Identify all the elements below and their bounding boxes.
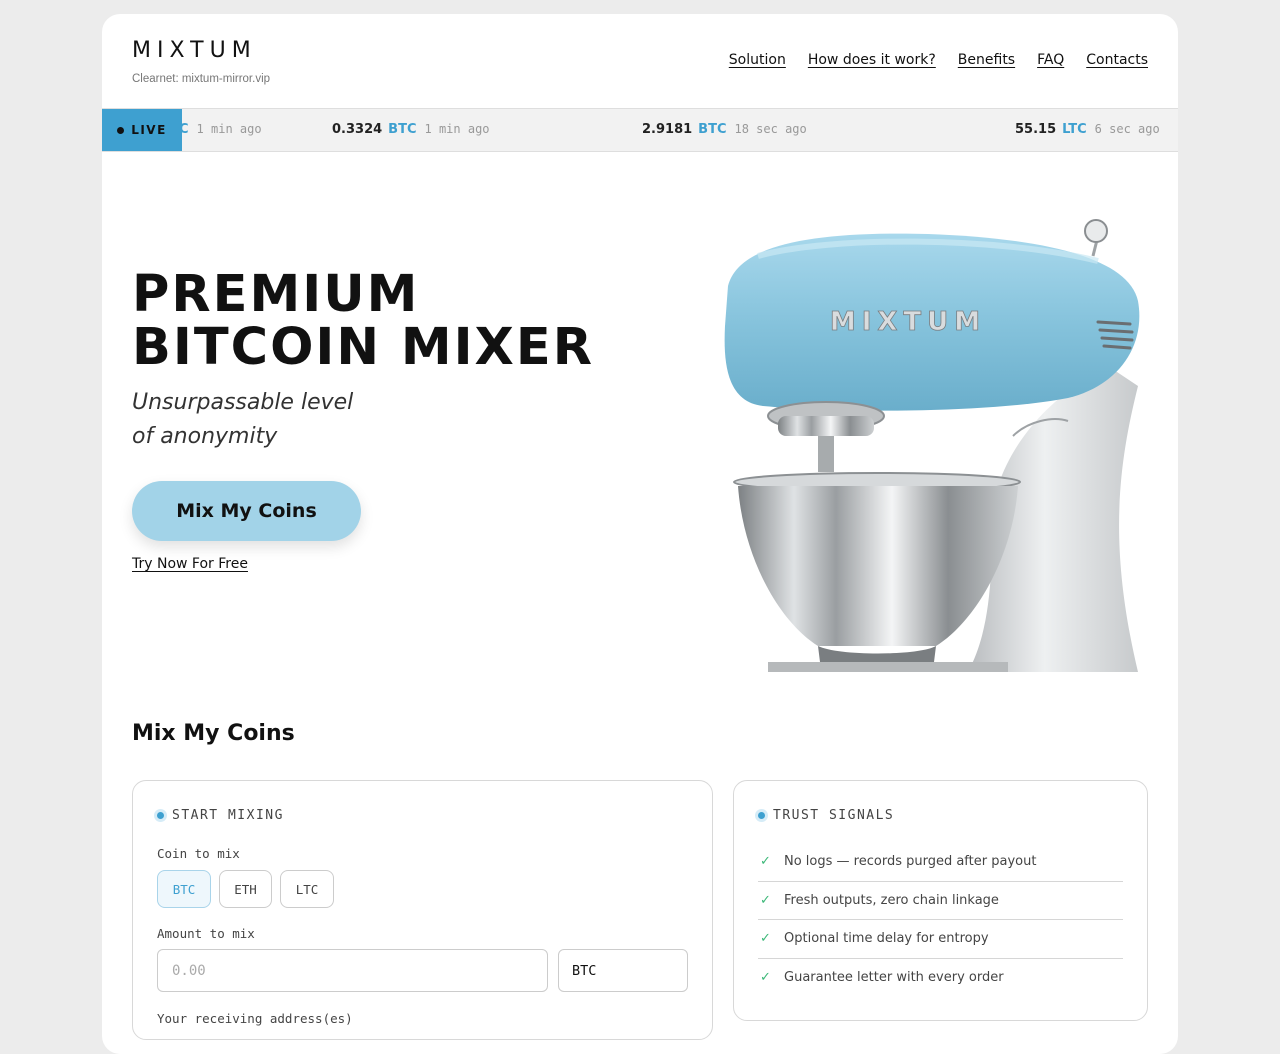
ticker-time: 1 min ago: [196, 122, 262, 136]
start-mixing-heading: START MIXING: [157, 808, 284, 823]
nav-link-benefits[interactable]: Benefits: [958, 52, 1015, 68]
trust-item-text: Guarantee letter with every order: [784, 970, 1004, 986]
ticker-time: 6 sec ago: [1094, 122, 1160, 136]
ticker-item: 2.9181 BTC 18 sec ago: [642, 122, 807, 137]
start-mixing-heading-text: START MIXING: [172, 808, 284, 823]
coin-option-btc[interactable]: BTC: [157, 870, 211, 908]
hero-subtitle-line-1: Unsurpassable level: [132, 390, 354, 415]
stand-mixer-illustration: MIXTUM: [724, 219, 1140, 672]
main-nav: Solution How does it work? Benefits FAQ …: [729, 52, 1148, 68]
ticker-currency: BTC: [698, 122, 727, 137]
stand-mixer-image: MIXTUM: [668, 216, 1148, 672]
check-icon: ✓: [760, 931, 771, 947]
try-for-free-link[interactable]: Try Now For Free: [132, 556, 248, 572]
coin-option-ltc[interactable]: LTC: [280, 870, 334, 908]
trust-signals-card: TRUST SIGNALS ✓ No logs — records purged …: [733, 780, 1148, 1021]
list-item: ✓ Guarantee letter with every order: [758, 959, 1123, 998]
live-label: LIVE: [131, 123, 167, 137]
trust-item-text: No logs — records purged after payout: [784, 854, 1037, 870]
live-badge: LIVE: [102, 109, 182, 151]
trust-signals-heading: TRUST SIGNALS: [758, 808, 894, 823]
ticker-amount: 2.9181: [642, 122, 693, 137]
nav-link-faq[interactable]: FAQ: [1037, 52, 1064, 68]
mixer-brand-text: MIXTUM: [830, 307, 986, 337]
nav-link-how-it-works[interactable]: How does it work?: [808, 52, 936, 68]
amount-to-mix-label: Amount to mix: [157, 926, 255, 941]
trust-signals-list: ✓ No logs — records purged after payout ✓…: [758, 843, 1123, 997]
trust-item-text: Fresh outputs, zero chain linkage: [784, 892, 999, 908]
ticker-currency: BTC: [388, 122, 417, 137]
hero-subtitle: Unsurpassable level of anonymity: [132, 386, 452, 454]
nav-link-contacts[interactable]: Contacts: [1086, 52, 1148, 68]
check-icon: ✓: [760, 970, 771, 986]
live-dot-icon: [117, 126, 125, 134]
amount-unit-select[interactable]: BTC: [558, 949, 688, 992]
mix-section-title: Mix My Coins: [132, 721, 295, 746]
ticker-item: 0.3324 BTC 1 min ago: [332, 122, 490, 137]
hero-title-line-2: BITCOIN MIXER: [132, 318, 594, 377]
ticker-time: 18 sec ago: [734, 122, 807, 136]
check-icon: ✓: [760, 854, 771, 870]
coin-to-mix-label: Coin to mix: [157, 846, 240, 861]
list-item: ✓ Optional time delay for entropy: [758, 920, 1123, 959]
hero-title-line-1: PREMIUM: [132, 265, 420, 324]
list-item: ✓ No logs — records purged after payout: [758, 843, 1123, 882]
ticker-time: 1 min ago: [424, 122, 490, 136]
bullet-dot-icon: [157, 812, 164, 819]
trust-signals-heading-text: TRUST SIGNALS: [773, 808, 895, 823]
amount-input[interactable]: [157, 949, 548, 992]
clearnet-address: Clearnet: mixtum-mirror.vip: [132, 73, 271, 85]
bullet-dot-icon: [758, 812, 765, 819]
nav-link-solution[interactable]: Solution: [729, 52, 786, 68]
start-mixing-card: START MIXING Coin to mix BTC ETH LTC Amo…: [132, 780, 713, 1040]
list-item: ✓ Fresh outputs, zero chain linkage: [758, 882, 1123, 920]
hero-subtitle-line-2: of anonymity: [132, 424, 278, 449]
check-icon: ✓: [760, 892, 771, 908]
mix-my-coins-button[interactable]: Mix My Coins: [132, 481, 361, 541]
ticker-amount: 55.15: [1015, 122, 1057, 137]
brand-logo[interactable]: MIXTUM: [132, 38, 257, 63]
hero-title: PREMIUM BITCOIN MIXER: [132, 268, 594, 374]
ticker-item: 55.15 LTC 6 sec ago: [1015, 122, 1160, 137]
ticker-currency: LTC: [1062, 122, 1087, 137]
coin-option-eth[interactable]: ETH: [219, 870, 272, 908]
page-card: MIXTUM Clearnet: mixtum-mirror.vip Solut…: [102, 14, 1178, 1054]
trust-item-text: Optional time delay for entropy: [784, 931, 989, 947]
live-ticker: LIVE LTC 1 min ago 0.3324 BTC 1 min ago 2.9…: [102, 108, 1178, 152]
ticker-amount: 0.3324: [332, 122, 383, 137]
site-header: MIXTUM Clearnet: mixtum-mirror.vip Solut…: [102, 14, 1178, 108]
